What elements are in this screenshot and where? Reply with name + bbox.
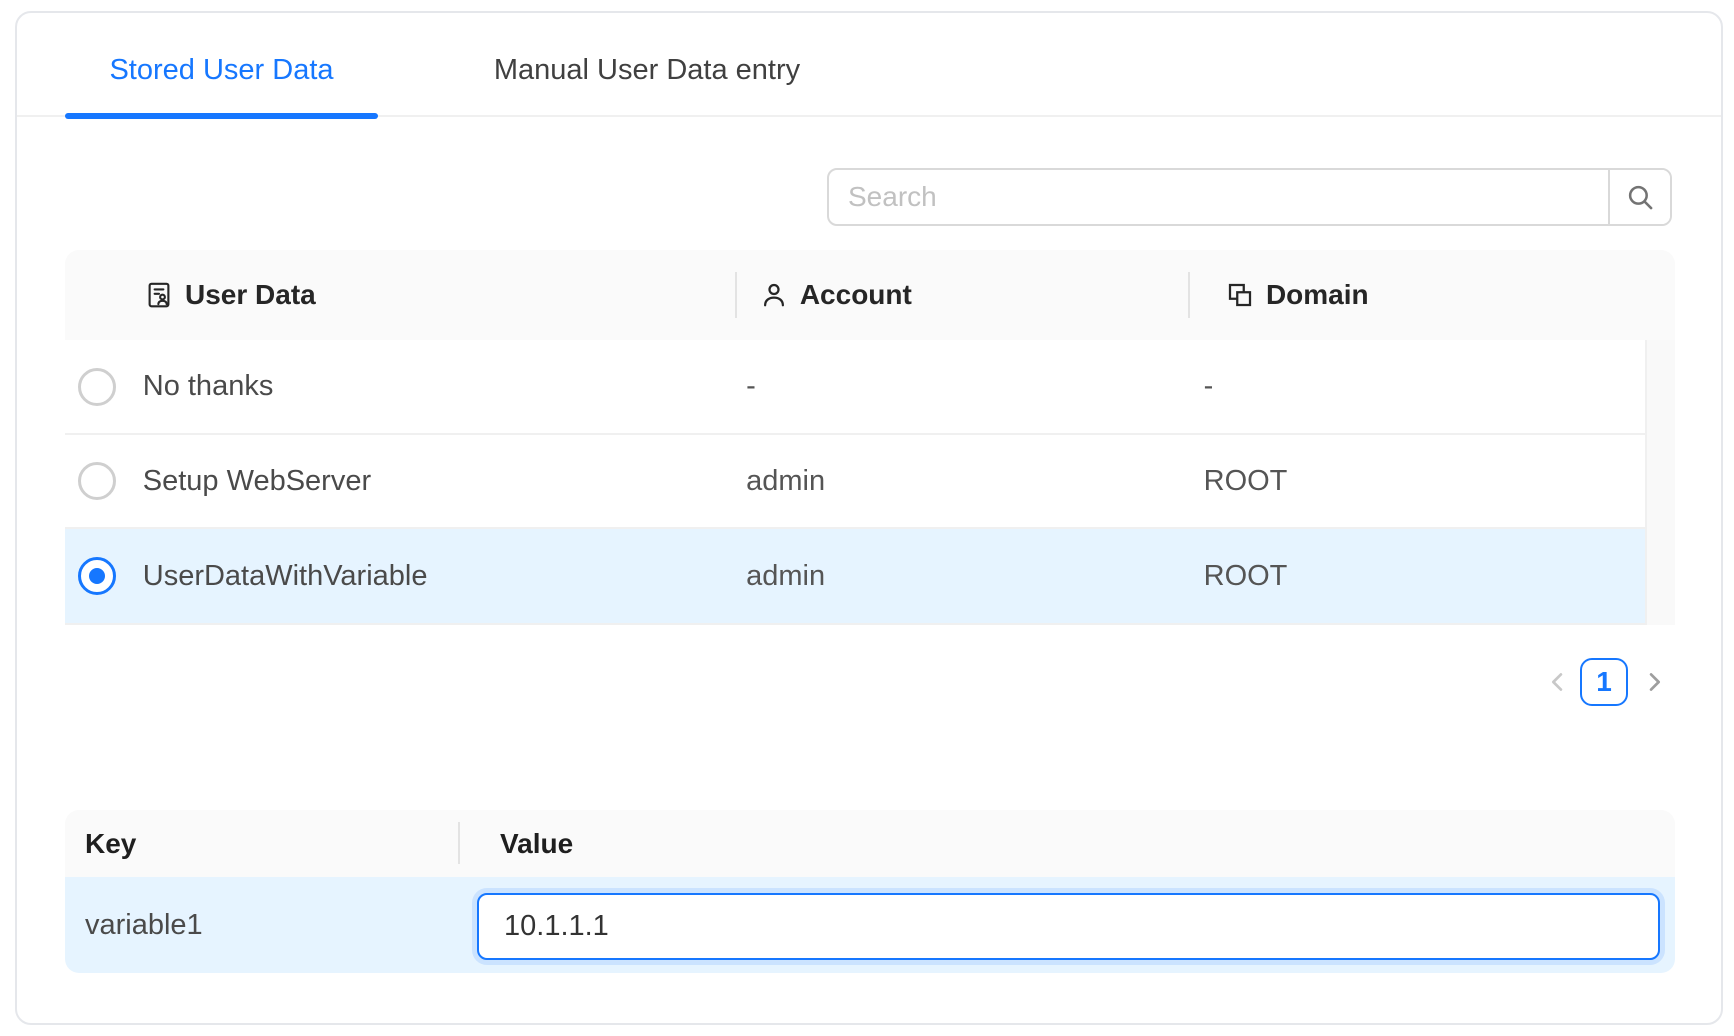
- cell-domain: -: [1184, 370, 1645, 403]
- cell-account: admin: [726, 560, 1184, 593]
- column-header-key: Key: [65, 828, 478, 860]
- tab-manual-user-data-entry-label: Manual User Data entry: [494, 54, 800, 87]
- search-input[interactable]: [829, 170, 1608, 224]
- file-user-icon: [144, 280, 174, 310]
- user-data-table-header: User Data Account Domain: [65, 250, 1675, 340]
- pagination-current-page-label: 1: [1596, 666, 1612, 698]
- cell-user-data: UserDataWithVariable: [129, 560, 726, 593]
- value-input-wrap: [477, 893, 1660, 960]
- radio-cell: [65, 557, 129, 595]
- header-separator: [735, 272, 737, 318]
- header-separator: [1188, 272, 1190, 318]
- chevron-right-icon: [1640, 668, 1668, 696]
- column-header-user-data-label: User Data: [185, 279, 316, 311]
- search-group: [827, 168, 1672, 226]
- radio-unchecked[interactable]: [78, 462, 116, 500]
- tab-stored-user-data[interactable]: Stored User Data: [65, 26, 378, 115]
- header-separator: [458, 822, 460, 864]
- column-header-user-data: User Data: [130, 279, 739, 311]
- radio-checked[interactable]: [78, 557, 116, 595]
- cell-account: admin: [726, 465, 1184, 498]
- table-scrollbar-gutter: [1645, 340, 1675, 625]
- chevron-left-icon: [1544, 668, 1572, 696]
- search-icon: [1624, 181, 1656, 213]
- tab-manual-user-data-entry[interactable]: Manual User Data entry: [445, 26, 849, 115]
- cell-key: variable1: [65, 909, 478, 942]
- table-row-no-thanks[interactable]: No thanks - -: [65, 340, 1645, 435]
- search-button[interactable]: [1608, 170, 1670, 224]
- cell-user-data: No thanks: [129, 370, 726, 403]
- value-input[interactable]: [477, 893, 1660, 960]
- screen: Stored User Data Manual User Data entry: [0, 0, 1734, 1036]
- cell-account: -: [726, 370, 1184, 403]
- radio-unchecked[interactable]: [78, 368, 116, 406]
- tab-stored-user-data-label: Stored User Data: [109, 54, 333, 87]
- kv-table-header: Key Value: [65, 810, 1675, 877]
- column-header-account: Account: [739, 279, 1205, 311]
- pagination-prev-button[interactable]: [1544, 668, 1572, 696]
- column-header-domain: Domain: [1205, 279, 1675, 311]
- cell-domain: ROOT: [1184, 560, 1645, 593]
- radio-cell: [65, 462, 129, 500]
- pagination-next-button[interactable]: [1640, 668, 1668, 696]
- column-header-value: Value: [478, 828, 573, 860]
- user-icon: [759, 280, 789, 310]
- pagination-page-1[interactable]: 1: [1580, 658, 1628, 706]
- block-icon: [1225, 280, 1255, 310]
- table-row-setup-webserver[interactable]: Setup WebServer admin ROOT: [65, 435, 1645, 529]
- column-header-account-label: Account: [800, 279, 912, 311]
- table-row-userdatawithvariable[interactable]: UserDataWithVariable admin ROOT: [65, 529, 1645, 625]
- radio-cell: [65, 368, 129, 406]
- cell-domain: ROOT: [1184, 465, 1645, 498]
- active-tab-indicator: [65, 113, 378, 119]
- column-header-domain-label: Domain: [1266, 279, 1369, 311]
- cell-user-data: Setup WebServer: [129, 465, 726, 498]
